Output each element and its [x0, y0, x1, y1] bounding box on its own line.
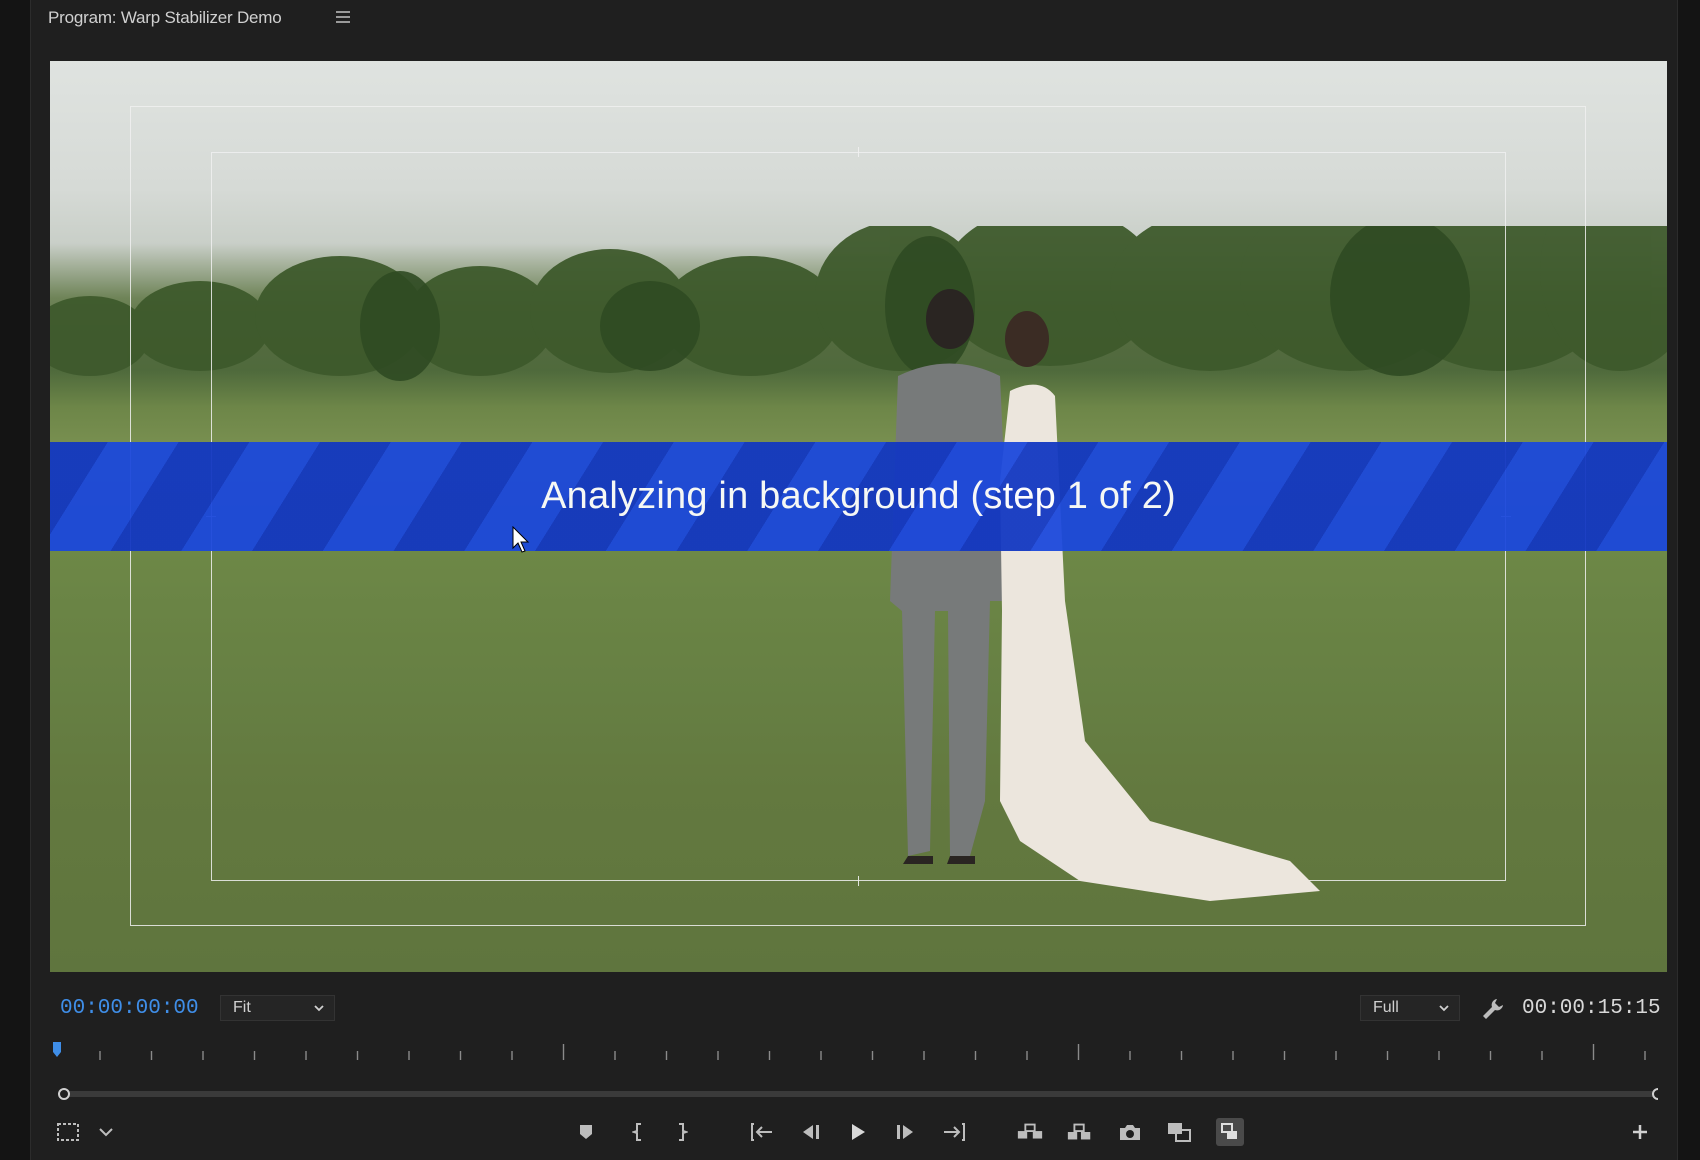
hamburger-icon[interactable]: [336, 11, 350, 23]
mouse-cursor-icon: [512, 526, 530, 553]
mark-in-icon: [632, 1123, 641, 1141]
analysis-message: Analyzing in background (step 1 of 2): [541, 475, 1176, 517]
button-editor-button[interactable]: [1626, 1118, 1654, 1146]
comparison-view-button[interactable]: [1166, 1118, 1194, 1146]
play-icon: [852, 1124, 865, 1140]
camera-icon: [1120, 1125, 1140, 1140]
analysis-banner: Analyzing in background (step 1 of 2): [50, 442, 1667, 551]
chevron-down-icon: [1439, 1005, 1449, 1012]
step-back-button[interactable]: [796, 1118, 824, 1146]
safe-tick-top: [858, 147, 859, 157]
play-button[interactable]: [844, 1118, 872, 1146]
extract-button[interactable]: [1066, 1118, 1094, 1146]
plus-icon: [1633, 1125, 1647, 1139]
step-back-icon: [803, 1125, 819, 1139]
add-marker-button[interactable]: [572, 1118, 600, 1146]
multi-camera-button[interactable]: [1216, 1118, 1244, 1146]
chevron-down-icon: [99, 1128, 113, 1137]
mark-in-button[interactable]: [624, 1118, 652, 1146]
left-panel-edge: [0, 0, 31, 1160]
lift-button[interactable]: [1016, 1118, 1044, 1146]
export-frame-button[interactable]: [1116, 1118, 1144, 1146]
go-to-out-button[interactable]: [940, 1118, 968, 1146]
scrub-bar[interactable]: [58, 1088, 1658, 1100]
playhead-marker[interactable]: [53, 1042, 61, 1057]
time-ruler[interactable]: [50, 1038, 1650, 1064]
settings-dropdown-button[interactable]: [92, 1118, 120, 1146]
lift-icon: [1017, 1123, 1043, 1139]
comparison-icon: [1168, 1123, 1191, 1142]
mark-out-icon: [679, 1123, 688, 1141]
go-to-in-button[interactable]: [748, 1118, 776, 1146]
mark-out-button[interactable]: [668, 1118, 696, 1146]
playback-resolution-value: Full: [1373, 999, 1399, 1016]
chevron-down-icon: [314, 1005, 324, 1012]
extract-icon: [1067, 1123, 1091, 1140]
safe-margins-button[interactable]: [54, 1118, 82, 1146]
zoom-level-value: Fit: [233, 999, 251, 1016]
current-timecode[interactable]: 00:00:00:00: [60, 997, 199, 1020]
panel-header: Program: Warp Stabilizer Demo: [30, 0, 1678, 40]
step-forward-button[interactable]: [892, 1118, 920, 1146]
step-forward-icon: [897, 1125, 913, 1139]
right-panel-edge: [1677, 0, 1700, 1160]
couple-figure: [890, 289, 1320, 901]
sequence-duration: 00:00:15:15: [1522, 997, 1661, 1020]
marker-icon: [580, 1125, 592, 1139]
playback-resolution-select[interactable]: Full: [1360, 995, 1460, 1021]
video-preview[interactable]: Analyzing in background (step 1 of 2): [50, 61, 1667, 972]
panel-title: Program: Warp Stabilizer Demo: [48, 8, 282, 27]
scrub-start-handle[interactable]: [58, 1088, 70, 1100]
safe-margins-icon: [57, 1123, 79, 1141]
multicam-icon: [1221, 1123, 1237, 1139]
zoom-level-select[interactable]: Fit: [220, 995, 335, 1021]
wrench-icon[interactable]: [1480, 996, 1506, 1022]
go-to-in-icon: [751, 1123, 772, 1141]
go-to-out-icon: [944, 1123, 965, 1141]
scrub-end-handle[interactable]: [1652, 1088, 1658, 1100]
